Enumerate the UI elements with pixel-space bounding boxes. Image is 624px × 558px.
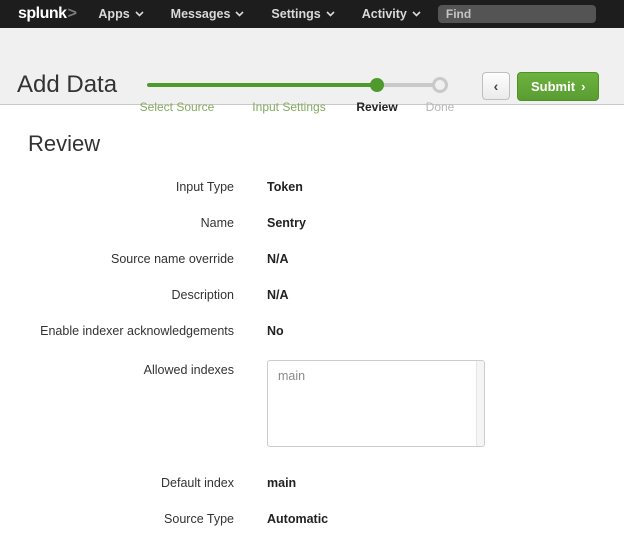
review-row-source-type: Source Type Automatic — [0, 512, 624, 526]
menu-activity[interactable]: Activity — [362, 7, 421, 21]
step-input-settings[interactable]: Input Settings — [252, 100, 325, 114]
wizard-header: Add Data Select Source Input Settings Re… — [0, 28, 624, 105]
menu-settings-label: Settings — [271, 7, 320, 21]
review-content: Review Input Type Token Name Sentry Sour… — [0, 131, 624, 526]
current-step-dot-icon — [370, 78, 384, 92]
field-value: N/A — [267, 252, 289, 266]
field-value: Token — [267, 180, 303, 194]
upcoming-step-circle-icon — [432, 77, 448, 93]
find-search — [438, 5, 596, 23]
back-button[interactable]: ‹ — [482, 72, 510, 100]
progress-segment-upcoming — [378, 83, 440, 87]
wizard-progress-bar: Select Source Input Settings Review Done — [147, 28, 457, 105]
listbox-scrollbar[interactable] — [476, 361, 484, 446]
chevron-down-icon — [235, 11, 244, 17]
field-value: Sentry — [267, 216, 306, 230]
review-row-source-name-override: Source name override N/A — [0, 252, 624, 266]
field-label: Description — [0, 288, 234, 302]
menu-settings[interactable]: Settings — [271, 7, 334, 21]
splunk-logo-text: splunk — [18, 5, 67, 23]
field-label: Input Type — [0, 180, 234, 194]
menu-messages[interactable]: Messages — [171, 7, 245, 21]
review-row-input-type: Input Type Token — [0, 180, 624, 194]
field-value: No — [267, 324, 284, 338]
review-row-name: Name Sentry — [0, 216, 624, 230]
step-select-source[interactable]: Select Source — [140, 100, 215, 114]
field-label: Name — [0, 216, 234, 230]
field-label: Source Type — [0, 512, 234, 526]
field-label: Allowed indexes — [0, 360, 234, 377]
field-value: main — [267, 476, 296, 490]
chevron-left-icon: ‹ — [494, 78, 499, 94]
chevron-down-icon — [135, 11, 144, 17]
allowed-indexes-listbox[interactable]: main — [267, 360, 485, 447]
chevron-right-icon: › — [581, 79, 585, 94]
menu-apps-label: Apps — [98, 7, 129, 21]
menu-apps[interactable]: Apps — [98, 7, 143, 21]
field-value: N/A — [267, 288, 289, 302]
splunk-add-data-screen: splunk> Apps Messages Settings Activity — [0, 0, 624, 558]
field-label: Default index — [0, 476, 234, 490]
progress-segment-completed — [147, 83, 378, 87]
review-row-allowed-indexes: Allowed indexes main — [0, 360, 624, 447]
listbox-option: main — [268, 361, 484, 383]
review-heading: Review — [28, 131, 624, 157]
submit-button[interactable]: Submit › — [517, 72, 599, 101]
find-search-input[interactable] — [438, 5, 596, 23]
navbar-menus: Apps Messages Settings Activity — [98, 7, 420, 21]
field-label: Enable indexer acknowledgements — [0, 324, 234, 338]
splunk-logo[interactable]: splunk> — [18, 5, 76, 23]
review-row-indexer-acknowledgements: Enable indexer acknowledgements No — [0, 324, 624, 338]
chevron-down-icon — [412, 11, 421, 17]
review-row-description: Description N/A — [0, 288, 624, 302]
menu-messages-label: Messages — [171, 7, 231, 21]
step-review: Review — [356, 100, 397, 114]
menu-activity-label: Activity — [362, 7, 407, 21]
field-label: Source name override — [0, 252, 234, 266]
chevron-down-icon — [326, 11, 335, 17]
step-done: Done — [426, 100, 455, 114]
splunk-logo-caret: > — [68, 5, 77, 23]
review-row-default-index: Default index main — [0, 476, 624, 490]
submit-button-label: Submit — [531, 79, 575, 94]
field-value: Automatic — [267, 512, 328, 526]
top-navbar: splunk> Apps Messages Settings Activity — [0, 0, 624, 28]
review-summary-list: Input Type Token Name Sentry Source name… — [0, 180, 624, 526]
page-title: Add Data — [17, 71, 117, 99]
